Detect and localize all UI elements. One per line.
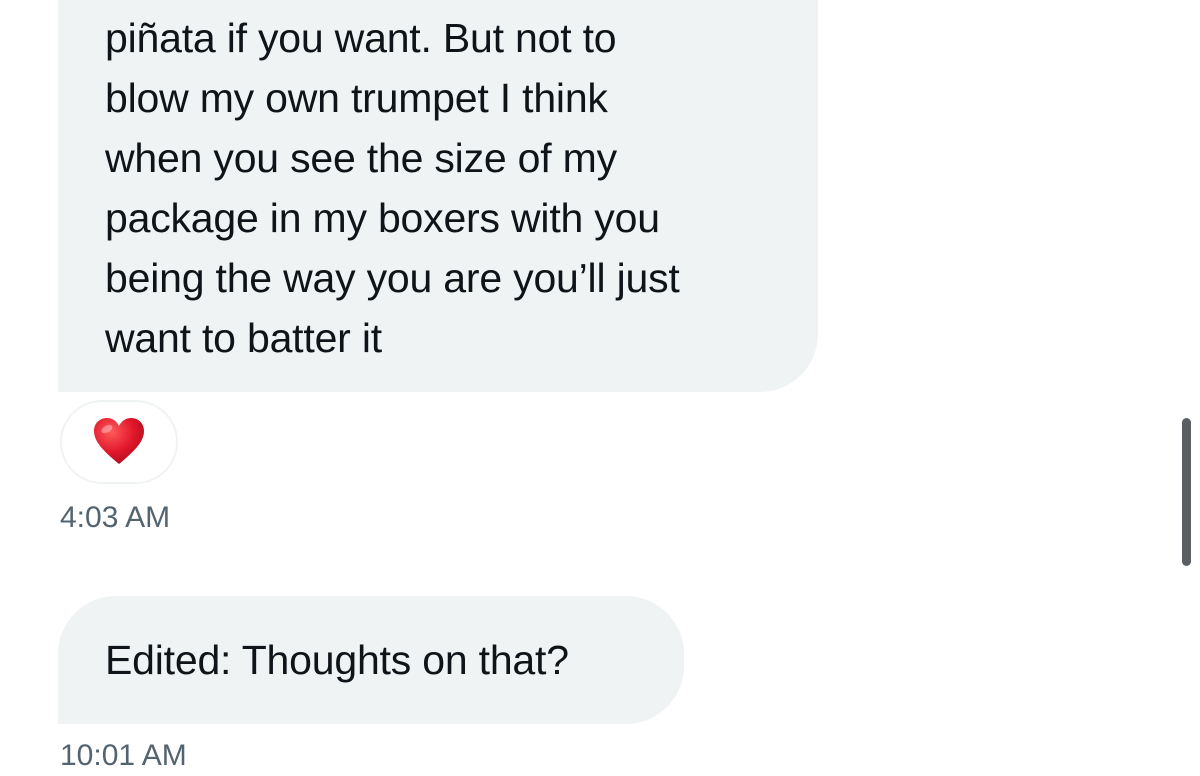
message-bubble[interactable]: Edited: Thoughts on that? [58,596,684,724]
dm-conversation-screen: piñata if you want. But not to blow my o… [0,0,1200,776]
message-text-line: package in my boxers with you [105,195,660,241]
heart-icon [92,417,146,467]
message-text-line: being the way you are you’ll just [105,255,680,301]
message-text: Edited: Thoughts on that? [105,637,569,683]
message-bubble[interactable]: piñata if you want. But not to blow my o… [58,0,818,392]
message-timestamp: 4:03 AM [60,501,171,534]
message-text-line: blow my own trumpet I think [105,75,608,121]
reaction-badge[interactable] [60,400,178,484]
message-timestamp: 10:01 AM [60,739,187,772]
message-text-line: piñata if you want. But not to [105,15,617,61]
message-text-line: when you see the size of my [105,135,617,181]
scrollbar-thumb[interactable] [1182,418,1191,566]
message-text-line: want to batter it [105,315,382,361]
